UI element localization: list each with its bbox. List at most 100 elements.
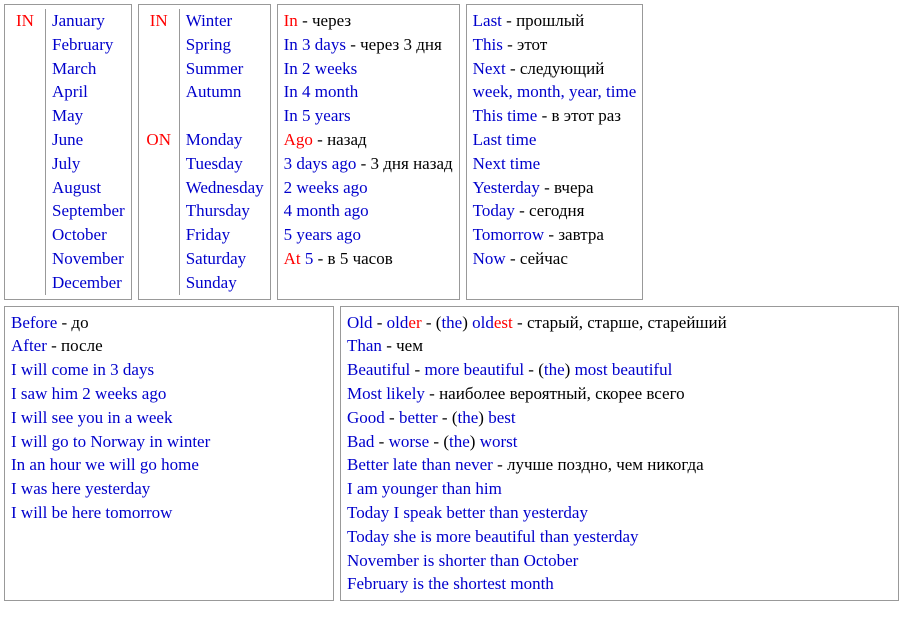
- text-part: I will see you in a week: [11, 408, 172, 427]
- text-line: Tomorrow - завтра: [473, 223, 637, 247]
- text-line: 3 days ago - 3 дня назад: [284, 152, 453, 176]
- months-label-col: IN: [11, 9, 46, 295]
- text-part: old: [387, 313, 409, 332]
- box-relative-time: Last - прошлыйThis - этотNext - следующи…: [466, 4, 644, 300]
- text-part: ): [478, 408, 488, 427]
- month-item: March: [52, 57, 125, 81]
- text-part: 2 weeks ago: [284, 178, 368, 197]
- text-part: - сегодня: [515, 201, 585, 220]
- month-item: June: [52, 128, 125, 152]
- text-line: Before - до: [11, 311, 327, 335]
- text-part: worst: [480, 432, 518, 451]
- text-line: Most likely - наиболее вероятный, скорее…: [347, 382, 892, 406]
- text-line: week, month, year, time: [473, 80, 637, 104]
- text-line: Today I speak better than yesterday: [347, 501, 892, 525]
- text-line: Bad - worse - (the) worst: [347, 430, 892, 454]
- season-item: Summer: [186, 57, 264, 81]
- box-months: IN JanuaryFebruaryMarchAprilMayJuneJulyA…: [4, 4, 132, 300]
- label-spacer: [145, 199, 173, 223]
- month-item: December: [52, 271, 125, 295]
- text-line: Last time: [473, 128, 637, 152]
- text-part: In 2 weeks: [284, 59, 358, 78]
- text-line: I will be here tomorrow: [11, 501, 327, 525]
- text-part: - через: [298, 11, 351, 30]
- text-part: Better late than never: [347, 455, 493, 474]
- text-part: Beautiful: [347, 360, 410, 379]
- text-part: more beautiful: [424, 360, 524, 379]
- label-spacer: [145, 33, 173, 57]
- text-part: 4 month ago: [284, 201, 369, 220]
- text-part: At: [284, 249, 301, 268]
- month-item: October: [52, 223, 125, 247]
- month-item: July: [52, 152, 125, 176]
- text-line: February is the shortest month: [347, 572, 892, 596]
- text-part: - завтра: [544, 225, 604, 244]
- text-part: - назад: [313, 130, 367, 149]
- text-part: est: [494, 313, 513, 332]
- day-item: Wednesday: [186, 176, 264, 200]
- text-part: the: [457, 408, 478, 427]
- text-part: This time: [473, 106, 538, 125]
- seasons-days-label-col: IN ON: [145, 9, 180, 295]
- text-line: Old - older - (the) oldest - старый, ста…: [347, 311, 892, 335]
- day-item: Sunday: [186, 271, 264, 295]
- text-part: In 5 years: [284, 106, 351, 125]
- text-part: Last time: [473, 130, 537, 149]
- text-part: I saw him 2 weeks ago: [11, 384, 166, 403]
- text-part: Next: [473, 59, 506, 78]
- day-item: Friday: [186, 223, 264, 247]
- text-part: the: [544, 360, 565, 379]
- text-part: Today she is more beautiful than yesterd…: [347, 527, 639, 546]
- text-part: Ago: [284, 130, 313, 149]
- text-line: Beautiful - more beautiful - (the) most …: [347, 358, 892, 382]
- text-part: Today I speak better than yesterday: [347, 503, 588, 522]
- text-part: In 4 month: [284, 82, 359, 101]
- month-item: August: [52, 176, 125, 200]
- day-item: Saturday: [186, 247, 264, 271]
- months-list: JanuaryFebruaryMarchAprilMayJuneJulyAugu…: [52, 9, 125, 295]
- label-in: IN: [16, 11, 34, 30]
- text-line: At 5 - в 5 часов: [284, 247, 453, 271]
- text-part: Yesterday: [473, 178, 540, 197]
- text-part: - следующий: [506, 59, 605, 78]
- text-line: 5 years ago: [284, 223, 453, 247]
- text-line: Last - прошлый: [473, 9, 637, 33]
- text-part: ): [462, 313, 472, 332]
- text-line: In an hour we will go home: [11, 453, 327, 477]
- text-part: most beautiful: [575, 360, 673, 379]
- text-part: - в этот раз: [537, 106, 621, 125]
- text-part: - прошлый: [502, 11, 584, 30]
- text-line: I will come in 3 days: [11, 358, 327, 382]
- text-line: Than - чем: [347, 334, 892, 358]
- text-line: Now - сейчас: [473, 247, 637, 271]
- day-item: Thursday: [186, 199, 264, 223]
- text-part: old: [472, 313, 494, 332]
- text-part: - чем: [382, 336, 423, 355]
- text-part: - вчера: [540, 178, 594, 197]
- label-spacer: [145, 57, 173, 81]
- text-part: Now: [473, 249, 506, 268]
- text-line: Today she is more beautiful than yesterd…: [347, 525, 892, 549]
- text-part: ): [470, 432, 480, 451]
- text-part: 3 days ago: [284, 154, 357, 173]
- text-part: Good: [347, 408, 385, 427]
- text-part: I will come in 3 days: [11, 360, 154, 379]
- label-spacer: [145, 176, 173, 200]
- text-line: I will see you in a week: [11, 406, 327, 430]
- text-part: Before: [11, 313, 57, 332]
- text-part: I will be here tomorrow: [11, 503, 172, 522]
- season-item: Autumn: [186, 80, 264, 104]
- text-part: - (: [422, 313, 442, 332]
- text-part: -: [385, 408, 399, 427]
- text-part: In: [284, 11, 298, 30]
- text-part: - 3 дня назад: [356, 154, 452, 173]
- text-part: This: [473, 35, 503, 54]
- text-part: - (: [429, 432, 449, 451]
- text-part: er: [408, 313, 421, 332]
- text-part: Tomorrow: [473, 225, 545, 244]
- label-spacer: [145, 271, 173, 295]
- month-item: May: [52, 104, 125, 128]
- box-time-expressions: In - черезIn 3 days - через 3 дняIn 2 we…: [277, 4, 460, 300]
- text-line: Today - сегодня: [473, 199, 637, 223]
- text-part: Old: [347, 313, 373, 332]
